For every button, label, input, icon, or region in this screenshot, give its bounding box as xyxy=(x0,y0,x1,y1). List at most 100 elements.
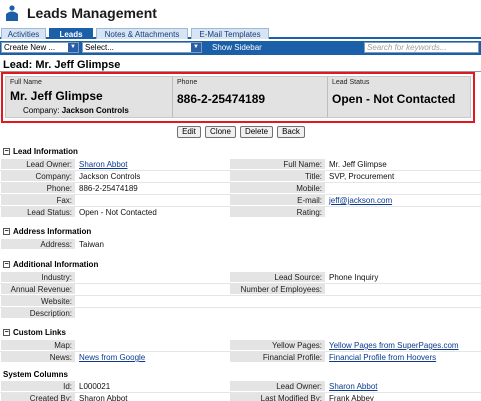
field-label: Mobile: xyxy=(230,183,325,193)
yellow-pages-link[interactable]: Yellow Pages from SuperPages.com xyxy=(326,340,480,350)
field-label: Lead Owner: xyxy=(1,159,75,169)
app-title: Leads Management xyxy=(27,5,157,21)
detail-row: Phone: 886-2-25474189 Mobile: xyxy=(0,183,481,194)
section-title: Custom Links xyxy=(13,328,66,337)
detail-row: Address: Taiwan xyxy=(0,239,481,250)
field-value: L000021 xyxy=(79,382,111,391)
section-lead-information[interactable]: − Lead Information xyxy=(0,146,481,158)
financial-profile-link[interactable]: Financial Profile from Hoovers xyxy=(326,352,480,362)
field-label: Lead Source: xyxy=(230,272,325,282)
tab-email-templates[interactable]: E-Mail Templates xyxy=(191,28,269,39)
field-value: Frank Abbey xyxy=(329,394,374,401)
field-label: Full Name: xyxy=(230,159,325,169)
detail-row: Annual Revenue: Number of Employees: xyxy=(0,284,481,295)
field-label: Lead Owner: xyxy=(230,381,325,391)
detail-row: Industry: Lead Source: Phone Inquiry xyxy=(0,272,481,283)
section-title: Address Information xyxy=(13,227,92,236)
company-value: Jackson Controls xyxy=(61,106,129,115)
field-label: Phone: xyxy=(1,183,75,193)
highlight-status: Lead Status Open - Not Contacted xyxy=(327,77,471,117)
app-logo-icon xyxy=(6,5,18,21)
main-tabs: Activities Leads Notes & Attachments E-M… xyxy=(0,28,481,39)
toolbar: Create New ... ▼ Select... ▼ Show Sideba… xyxy=(0,41,481,55)
company-line: Company: Jackson Controls xyxy=(23,106,129,115)
app-header: Leads Management xyxy=(0,0,481,27)
field-value: Mr. Jeff Glimpse xyxy=(329,160,387,169)
field-value: Taiwan xyxy=(79,240,104,249)
highlight-panel: Full Name Mr. Jeff Glimpse Company: Jack… xyxy=(5,76,471,118)
field-label: Annual Revenue: xyxy=(1,284,75,294)
company-label: Company: xyxy=(23,106,60,115)
create-new-label: Create New ... xyxy=(4,43,56,52)
collapse-icon[interactable]: − xyxy=(3,228,10,235)
detail-row: Lead Owner: Sharon Abbot Full Name: Mr. … xyxy=(0,159,481,170)
field-label: Industry: xyxy=(1,272,75,282)
field-label: Title: xyxy=(230,171,325,181)
field-value xyxy=(326,284,480,294)
view-select[interactable]: Select... ▼ xyxy=(82,42,202,53)
full-name-value: Mr. Jeff Glimpse xyxy=(10,89,103,103)
detail-row: Company: Jackson Controls Title: SVP, Pr… xyxy=(0,171,481,182)
chevron-down-icon: ▼ xyxy=(68,43,78,52)
collapse-icon[interactable]: − xyxy=(3,329,10,336)
section-title: Additional Information xyxy=(13,260,99,269)
section-title: System Columns xyxy=(3,370,68,379)
status-value: Open - Not Contacted xyxy=(332,92,456,106)
section-system-columns: System Columns xyxy=(0,369,481,381)
collapse-icon[interactable]: − xyxy=(3,261,10,268)
field-value xyxy=(76,195,229,205)
tab-notes-attachments[interactable]: Notes & Attachments xyxy=(96,28,188,39)
section-address-information[interactable]: − Address Information xyxy=(0,226,481,238)
create-new-select[interactable]: Create New ... ▼ xyxy=(1,42,79,53)
search-input[interactable]: Search for keywords... xyxy=(364,42,479,53)
field-label: Map: xyxy=(1,340,75,350)
field-value: 886-2-25474189 xyxy=(79,184,138,193)
field-value: Phone Inquiry xyxy=(329,273,379,282)
field-label: Financial Profile: xyxy=(230,352,325,362)
chevron-down-icon: ▼ xyxy=(191,43,201,52)
section-additional-information[interactable]: − Additional Information xyxy=(0,259,481,271)
field-label: Company: xyxy=(1,171,75,181)
field-value xyxy=(76,308,229,318)
full-name-label: Full Name xyxy=(10,79,42,86)
detail-row: Id: L000021 Lead Owner: Sharon Abbot xyxy=(0,381,481,392)
field-value: Jackson Controls xyxy=(79,172,141,181)
detail-row: Description: xyxy=(0,308,481,319)
field-value xyxy=(326,183,480,193)
field-value: SVP, Procurement xyxy=(329,172,395,181)
back-button[interactable]: Back xyxy=(277,126,305,138)
field-label: Id: xyxy=(1,381,75,391)
tab-activities[interactable]: Activities xyxy=(1,28,46,39)
field-label: Rating: xyxy=(230,207,325,217)
field-value xyxy=(326,207,480,217)
field-label: Description: xyxy=(1,308,75,318)
detail-row: Website: xyxy=(0,296,481,307)
field-value: Sharon Abbot xyxy=(79,394,128,401)
field-label: Number of Employees: xyxy=(230,284,325,294)
field-label: Fax: xyxy=(1,195,75,205)
field-value xyxy=(76,272,229,282)
edit-button[interactable]: Edit xyxy=(177,126,201,138)
field-value xyxy=(76,296,229,306)
field-value: Open - Not Contacted xyxy=(79,208,157,217)
field-label: E-mail: xyxy=(230,195,325,205)
clone-button[interactable]: Clone xyxy=(205,126,236,138)
tab-leads[interactable]: Leads xyxy=(49,28,93,39)
detail-row: Fax: E-mail: jeff@jackson.com xyxy=(0,195,481,206)
highlight-phone: Phone 886-2-25474189 xyxy=(172,77,327,117)
collapse-icon[interactable]: − xyxy=(3,148,10,155)
field-label: Last Modified By: xyxy=(230,393,325,401)
view-select-label: Select... xyxy=(85,43,114,52)
lead-owner-link[interactable]: Sharon Abbot xyxy=(76,159,229,169)
delete-button[interactable]: Delete xyxy=(240,126,273,138)
news-link[interactable]: News from Google xyxy=(76,352,229,362)
email-link[interactable]: jeff@jackson.com xyxy=(326,195,480,205)
field-label: Created By: xyxy=(1,393,75,401)
detail-row: Lead Status: Open - Not Contacted Rating… xyxy=(0,207,481,218)
section-title: Lead Information xyxy=(13,147,78,156)
field-label: News: xyxy=(1,352,75,362)
show-sidebar-link[interactable]: Show Sidebar xyxy=(212,43,262,53)
phone-value: 886-2-25474189 xyxy=(177,92,266,106)
lead-owner-link[interactable]: Sharon Abbot xyxy=(326,381,480,391)
section-custom-links[interactable]: − Custom Links xyxy=(0,327,481,339)
